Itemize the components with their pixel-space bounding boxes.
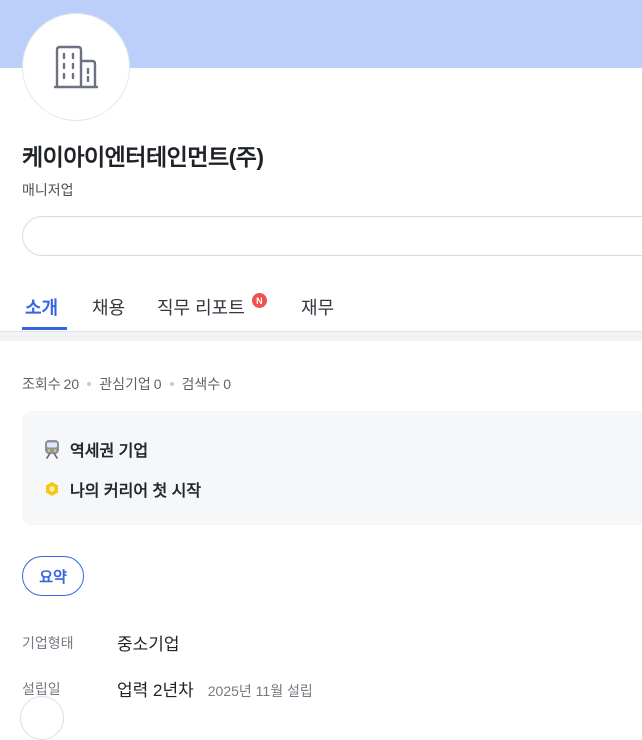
tab-intro-label: 소개 [25,298,59,318]
active-tab-indicator [22,327,67,330]
hexagon-badge-icon [42,479,62,499]
train-icon [42,439,62,459]
section-divider [0,332,642,341]
stat-follows-value: 0 [153,376,162,392]
company-logo [22,13,130,121]
highlight-label: 역세권 기업 [70,443,149,460]
stat-follows-label: 관심기업 [99,376,151,392]
floating-button[interactable] [20,696,64,740]
stat-views-label: 조회수 [22,376,61,392]
founded-years-value: 업력 2년차 [117,681,194,700]
action-button[interactable] [22,216,642,256]
tab-finance-label: 재무 [301,298,335,318]
highlight-item: 나의 커리어 첫 시작 [42,477,201,501]
summary-button[interactable]: 요약 [22,556,84,596]
building-icon [53,45,99,89]
tab-bar: 소개 채용 직무 리포트 N 재무 [0,282,642,332]
tab-job-report[interactable]: 직무 리포트 N [157,282,267,330]
founded-date: 2025년 11월 설립 [207,683,313,699]
tab-finance[interactable]: 재무 [301,282,334,330]
stat-views-value: 20 [63,376,80,392]
tab-job-report-label: 직무 리포트 [157,298,245,318]
tab-jobs[interactable]: 채용 [92,282,125,330]
stat-separator [169,382,174,386]
new-badge: N [251,293,267,308]
highlight-item: 역세권 기업 [42,437,148,461]
company-highlights: 역세권 기업 나의 커리어 첫 시작 [22,411,642,525]
stat-searches-value: 0 [223,376,231,392]
stat-searches-label: 검색수 [181,376,221,392]
stat-separator [87,382,92,386]
company-stats: 조회수 20 관심기업 0 검색수 0 [22,374,231,394]
info-label-company-type: 기업형태 [22,635,74,651]
tab-jobs-label: 채용 [92,298,126,318]
company-industry: 매니저업 [22,182,74,198]
highlight-label: 나의 커리어 첫 시작 [70,483,202,500]
company-name: 케이아이엔터테인먼트(주) [22,144,264,170]
company-type-value: 중소기업 [117,635,180,654]
info-value-company-type: 중소기업 [117,630,180,655]
info-value-founded: 업력 2년차 2025년 11월 설립 [117,676,313,701]
tab-intro[interactable]: 소개 [25,282,58,330]
